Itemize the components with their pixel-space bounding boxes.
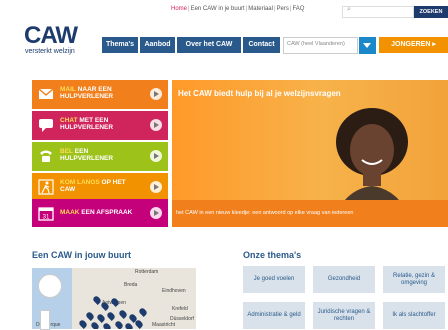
theme-juridische-vragen[interactable]: Juridische vragen & rechten [313,302,375,329]
map-pin[interactable] [106,311,116,321]
contact-bel[interactable]: BEL EEN HULPVERLENER [32,142,168,171]
theme-gezondheid[interactable]: Gezondheid [313,266,375,293]
toplink-caw-in-je-buurt[interactable]: Een CAW in je buurt [191,6,245,12]
map-pin[interactable] [102,322,112,329]
map-pin[interactable] [96,313,106,323]
map-label: Rotterdam [135,269,159,275]
search-input[interactable]: ⌕ [342,6,414,18]
contact-mail[interactable]: MAIL NAAR EEN HULPVERLENER [32,80,168,109]
map-pin[interactable] [114,320,124,329]
arrow-right-icon [150,181,162,193]
map-pan-control[interactable] [38,274,62,298]
region-select-toggle[interactable] [359,37,376,54]
map-pin[interactable] [90,321,100,329]
map-label: Breda [124,282,138,288]
map-label: Eindhoven [162,288,186,294]
search-icon: ⌕ [347,6,351,13]
search-button[interactable]: ZOEKEN [414,6,448,18]
contact-afspraak[interactable]: 31 MAAK EEN AFSPRAAK [32,199,168,227]
arrow-right-icon [150,88,162,100]
chevron-down-icon [363,43,371,48]
theme-relatie-gezin-omgeving[interactable]: Relatie, gezin & omgeving [383,266,445,293]
toplink-pers[interactable]: Pers [277,6,289,12]
nav-over-het-caw[interactable]: Over het CAW [177,37,241,53]
theme-je-goed-voelen[interactable]: Je goed voelen [243,266,305,293]
chat-icon [39,119,53,132]
top-links: Home|Een CAW in je buurt|Materiaal|Pers|… [171,6,305,12]
contact-kom-langs[interactable]: KOM LANGS OP HET CAW [32,173,168,202]
arrow-right-icon [150,150,162,162]
arrow-right-icon [150,207,162,219]
toplink-home[interactable]: Home [171,6,187,12]
toplink-materiaal[interactable]: Materiaal [248,6,273,12]
jongeren-button[interactable]: JONGEREN ▸ [379,37,448,53]
region-select-value: CAW (heel Vlaanderen) [287,41,345,47]
theme-slachtoffer[interactable]: Ik als slachtoffer [383,302,445,329]
map-label: Maastricht [152,322,176,328]
svg-text:31: 31 [43,215,50,221]
arrow-right-icon [150,119,162,131]
map-pin[interactable] [138,307,148,317]
contact-chat[interactable]: CHAT MET EEN HULPVERLENER [32,111,168,140]
jongeren-label: JONGEREN [391,41,431,48]
map-pin[interactable] [124,322,134,329]
region-select[interactable]: CAW (heel Vlaanderen) [283,37,358,54]
map-pin[interactable] [85,311,95,321]
logo-tagline: versterkt welzijn [25,48,75,55]
nav-contact[interactable]: Contact [243,37,280,53]
map-pin[interactable] [78,319,88,329]
logo-mark: CAW [24,22,78,49]
theme-administratie-geld[interactable]: Administratie & geld [243,302,305,329]
logo[interactable]: CAW versterkt welzijn [24,22,100,58]
map-zoom-control[interactable] [40,310,50,330]
walk-icon [38,179,54,195]
themes-section-title: Onze thema's [243,250,302,260]
hero-caption: het CAW in een nieuw kleedje: een antwoo… [176,210,354,216]
map-section-title: Een CAW in jouw buurt [32,250,131,260]
hero-title: Het CAW biedt hulp bij al je welzijnsvra… [178,89,341,98]
map-pin[interactable] [134,319,144,329]
phone-icon [40,150,52,162]
nav-aanbod[interactable]: Aanbod [140,37,175,53]
map-pin[interactable] [118,309,128,319]
toplink-faq[interactable]: FAQ [292,6,304,12]
top-bar: Home|Een CAW in je buurt|Materiaal|Pers|… [0,0,448,22]
mail-icon [38,88,54,99]
calendar-icon: 31 [38,207,54,221]
map-label: Krefeld [172,306,188,312]
nav-themas[interactable]: Thema's [102,37,138,53]
hero-caption-bar[interactable]: het CAW in een nieuw kleedje: een antwoo… [172,200,448,227]
